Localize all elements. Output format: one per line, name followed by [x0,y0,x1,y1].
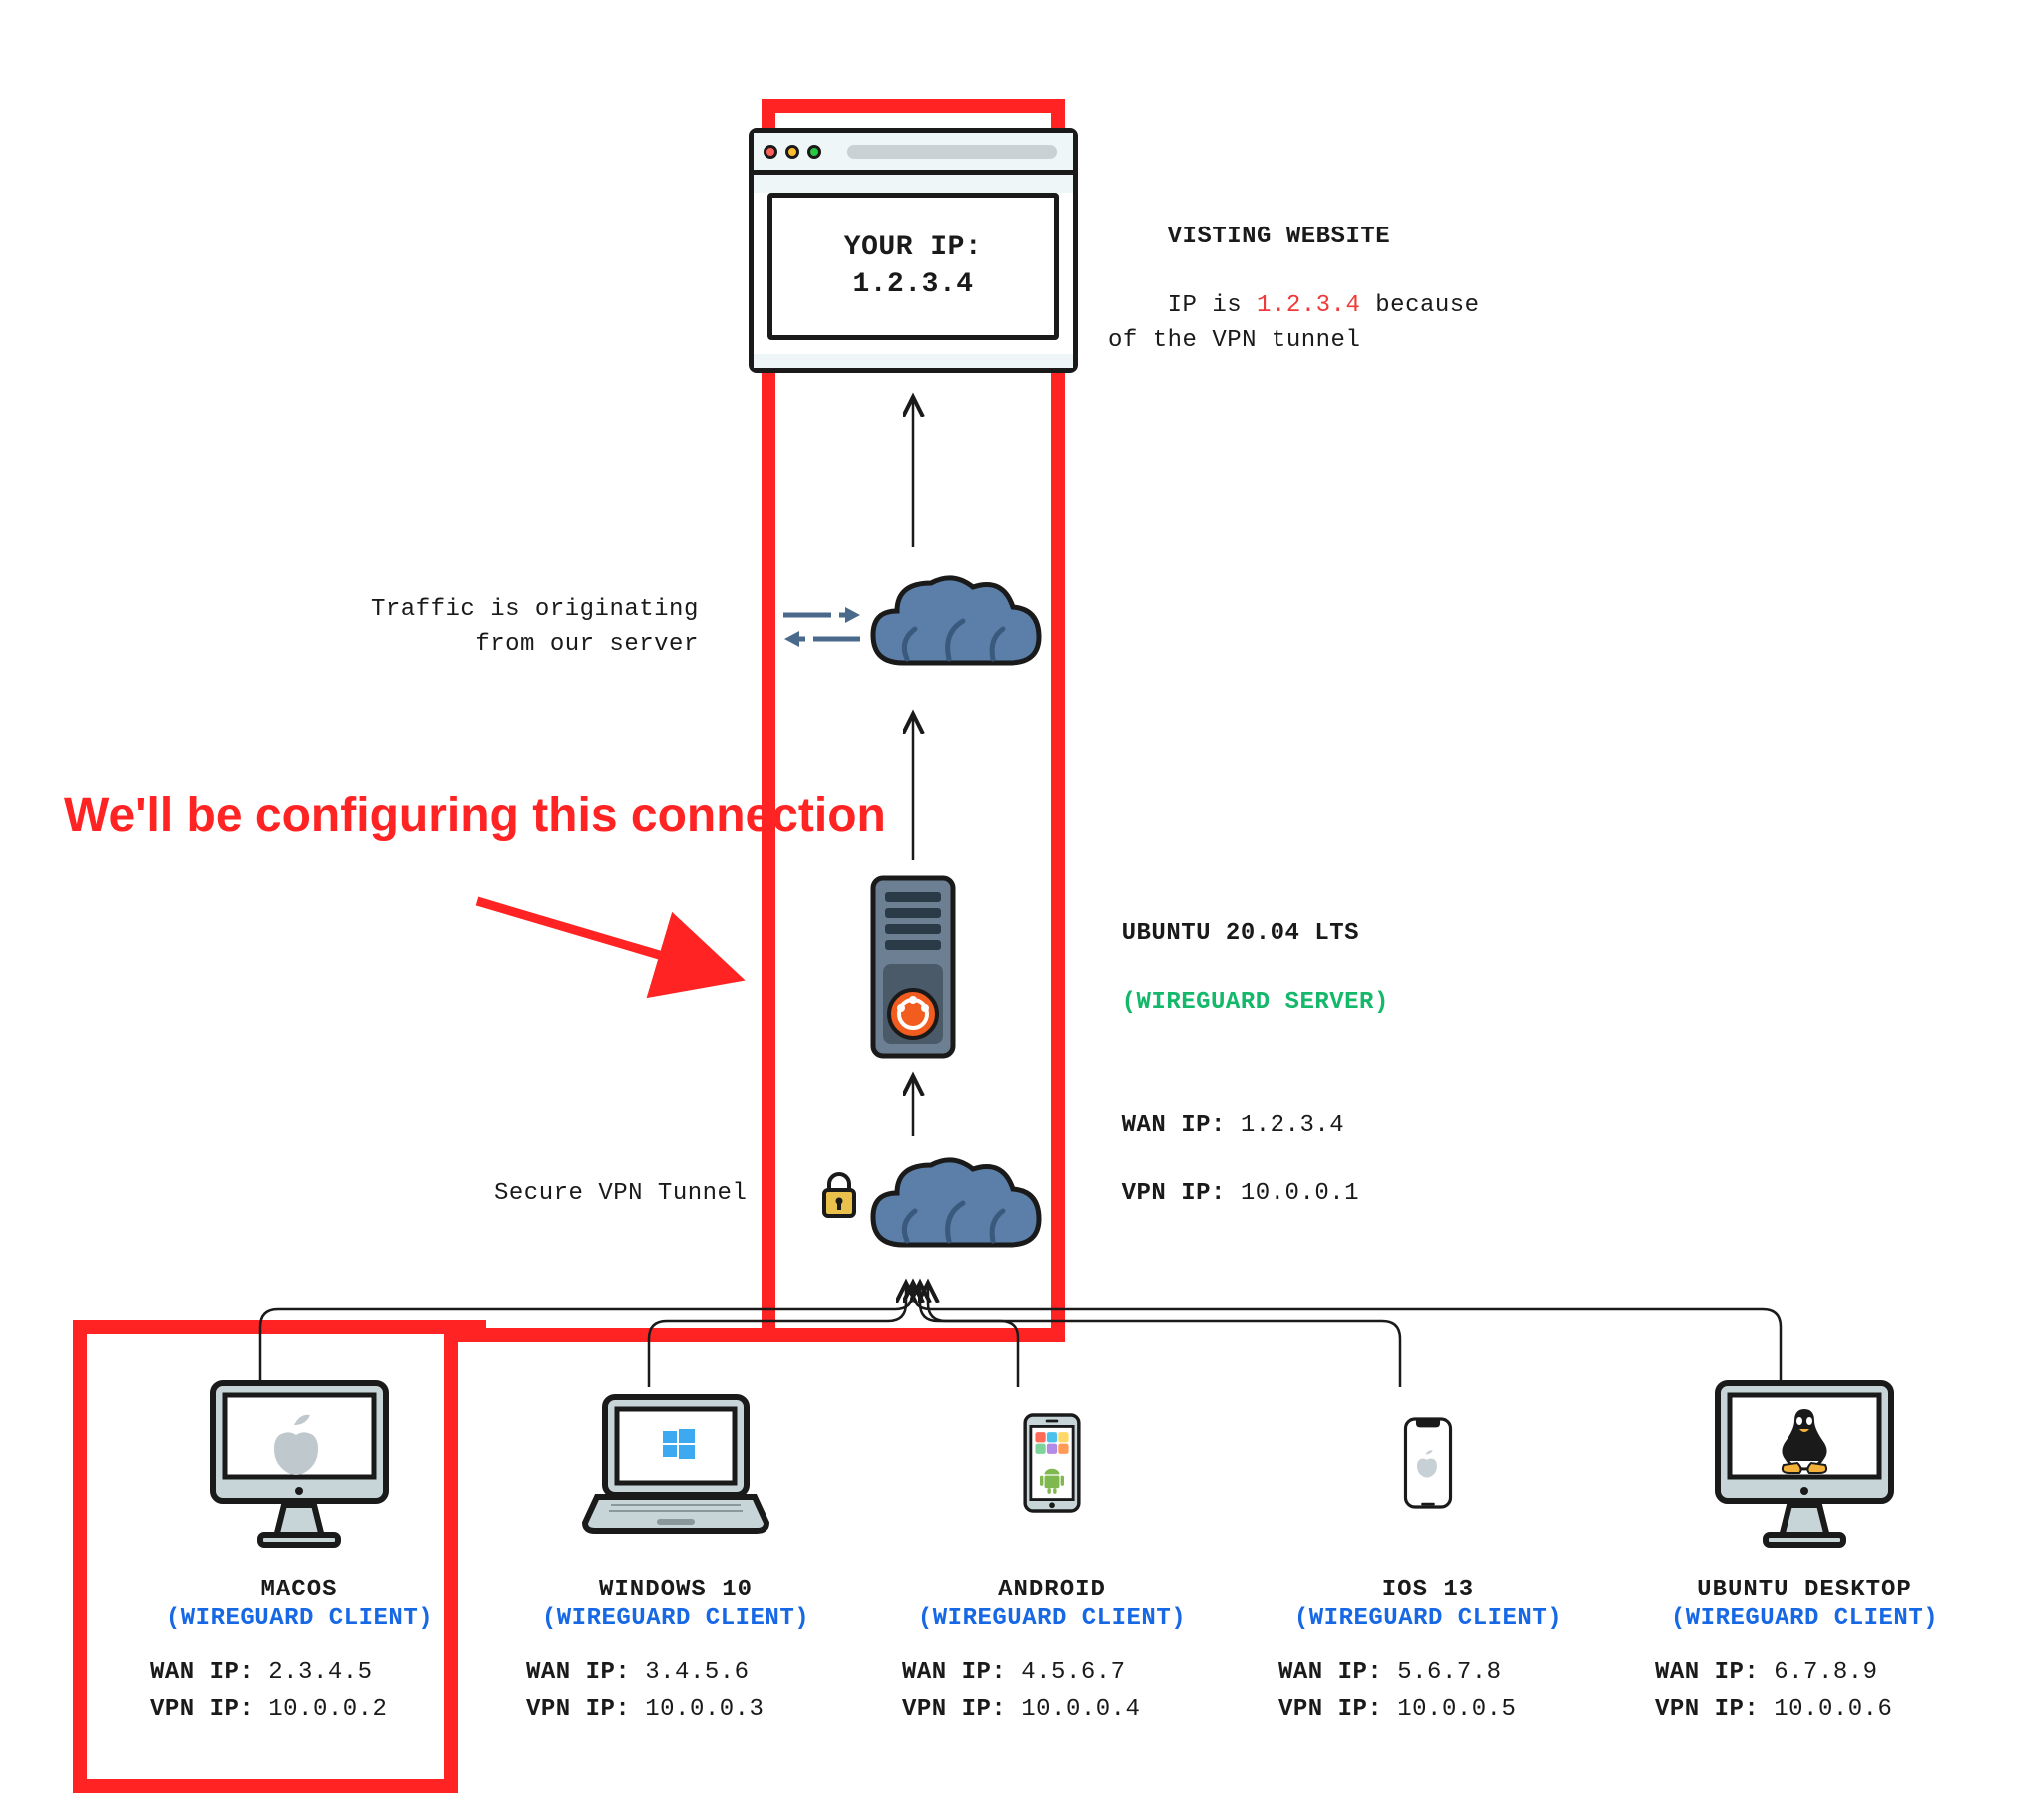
client-title: UBUNTU DESKTOP [1697,1577,1912,1603]
website-caption-title: VISTING WEBSITE [1168,224,1391,250]
client-ips: WAN IP: 3.4.5.6 VPN IP: 10.0.0.3 [526,1654,825,1728]
server-vpn-ip: 10.0.0.1 [1241,1180,1359,1207]
client-ips: WAN IP: 2.3.4.5 VPN IP: 10.0.0.2 [150,1654,449,1728]
maximize-icon [807,145,821,159]
clients-row: MACOS (WIREGUARD CLIENT) WAN IP: 2.3.4.5… [120,1373,1984,1728]
client-role: (WIREGUARD CLIENT) [542,1605,809,1632]
browser-viewport: YOUR IP: 1.2.3.4 [767,193,1059,340]
diagram-stage: YOUR IP: 1.2.3.4 VISTING WEBSITE IP is 1… [0,0,2044,1817]
vpn-tunnel-label: Secure VPN Tunnel [494,1177,747,1212]
client-title: ANDROID [998,1577,1106,1603]
android-phone-icon [947,1373,1157,1553]
client-macos: MACOS (WIREGUARD CLIENT) WAN IP: 2.3.4.5… [120,1373,479,1728]
client-role: (WIREGUARD CLIENT) [1294,1605,1562,1632]
client-android: ANDROID (WIREGUARD CLIENT) WAN IP: 4.5.6… [872,1373,1232,1728]
client-ips: WAN IP: 4.5.6.7 VPN IP: 10.0.0.4 [902,1654,1202,1728]
website-caption-prefix: IP is [1168,292,1257,319]
iphone-icon [1323,1373,1533,1553]
vpn-tunnel-cloud-icon [853,1145,1053,1267]
client-title: IOS 13 [1382,1577,1474,1603]
server-vpn-label: VPN IP: [1122,1180,1226,1207]
client-title: MACOS [260,1577,337,1603]
client-ios: IOS 13 (WIREGUARD CLIENT) WAN IP: 5.6.7.… [1249,1373,1608,1728]
internet-cloud-icon [853,563,1053,684]
client-ips: WAN IP: 6.7.8.9 VPN IP: 10.0.0.6 [1655,1654,1954,1728]
traffic-origin-label: Traffic is originating from our server [371,593,699,663]
client-role: (WIREGUARD CLIENT) [918,1605,1186,1632]
browser-window: YOUR IP: 1.2.3.4 [749,128,1078,373]
configuring-annotation: We'll be configuring this connection [64,788,886,843]
your-ip-value: 1.2.3.4 [852,269,973,300]
client-role: (WIREGUARD CLIENT) [1671,1605,1938,1632]
close-icon [764,145,777,159]
desktop-linux-icon [1700,1373,1909,1553]
browser-titlebar [754,133,1073,175]
server-wan-ip: 1.2.3.4 [1241,1112,1344,1138]
website-caption: VISTING WEBSITE IP is 1.2.3.4 because of… [1108,186,1480,394]
client-title: WINDOWS 10 [599,1577,753,1603]
server-wan-label: WAN IP: [1122,1112,1226,1138]
server-role: (WIREGUARD SERVER) [1122,989,1389,1016]
laptop-icon [571,1373,780,1553]
urlbar-placeholder [847,145,1057,159]
client-role: (WIREGUARD CLIENT) [166,1605,433,1632]
minimize-icon [785,145,799,159]
server-caption: UBUNTU 20.04 LTS (WIREGUARD SERVER) WAN … [1062,882,1389,1247]
server-title: UBUNTU 20.04 LTS [1122,920,1359,947]
client-ubuntu-desktop: UBUNTU DESKTOP (WIREGUARD CLIENT) WAN IP… [1625,1373,1984,1728]
server-icon [869,874,957,1060]
your-ip-label: YOUR IP: [844,232,982,263]
client-windows: WINDOWS 10 (WIREGUARD CLIENT) WAN IP: 3.… [496,1373,855,1728]
lock-icon [820,1172,858,1218]
website-caption-ip: 1.2.3.4 [1257,292,1360,319]
imac-icon [195,1373,404,1553]
client-ips: WAN IP: 5.6.7.8 VPN IP: 10.0.0.5 [1278,1654,1578,1728]
